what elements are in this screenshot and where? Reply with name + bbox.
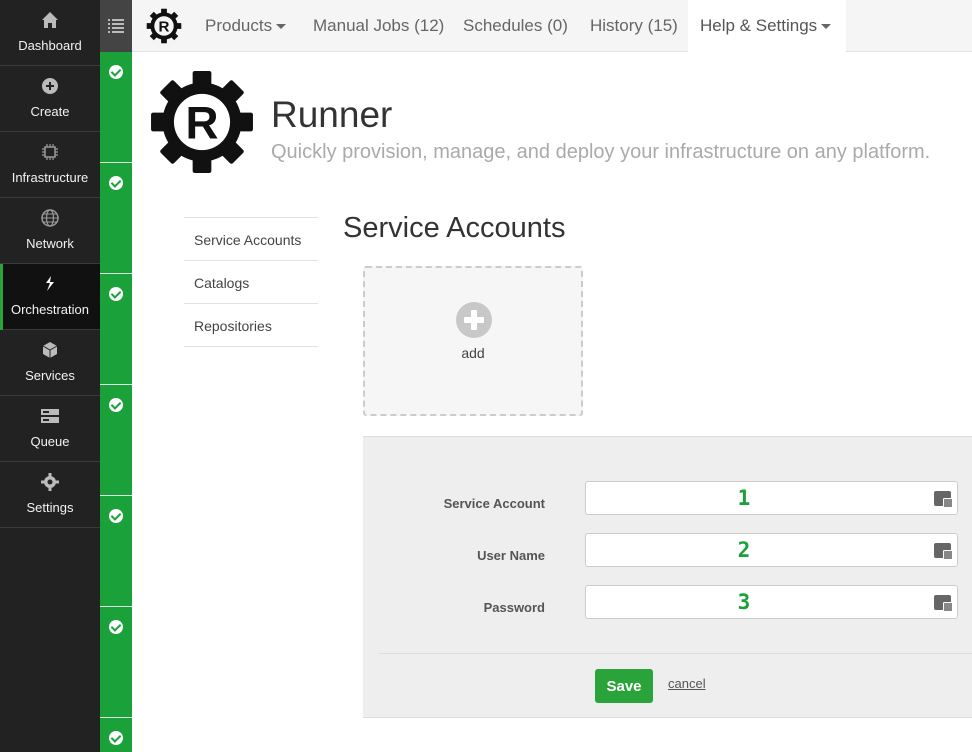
menu-toggle[interactable] [100, 0, 132, 52]
sidebar-item-services[interactable]: Services [0, 330, 100, 396]
subnav-item-service-accounts[interactable]: Service Accounts [184, 218, 318, 261]
orchestration-icon [0, 274, 100, 294]
password-label: Password [483, 600, 545, 615]
sidebar-item-settings[interactable]: Settings [0, 462, 100, 528]
runner-logo[interactable]: R [146, 8, 182, 44]
password-manager-icon[interactable] [934, 543, 953, 560]
sidebar-item-orchestration[interactable]: Orchestration [0, 264, 100, 330]
check-icon [109, 176, 123, 190]
check-icon [109, 287, 123, 301]
main-sidebar: Dashboard Create Infrastructure Network … [0, 0, 100, 752]
gear-icon [0, 472, 100, 492]
sidebar-item-label: Orchestration [10, 302, 90, 317]
check-icon [109, 509, 123, 523]
svg-text:R: R [159, 18, 170, 35]
field-value: 2 [737, 538, 751, 562]
status-strip [100, 0, 132, 752]
sidebar-item-label: Create [30, 104, 70, 119]
save-button[interactable]: Save [595, 669, 653, 703]
nav-products[interactable]: Products [205, 0, 287, 52]
form-divider [379, 653, 972, 654]
sidebar-item-network[interactable]: Network [0, 198, 100, 264]
user-name-field[interactable]: 2 [585, 533, 958, 567]
cube-icon [0, 340, 100, 360]
sidebar-item-queue[interactable]: Queue [0, 396, 100, 462]
plus-circle-icon [0, 76, 100, 96]
sidebar-item-label: Dashboard [18, 38, 82, 53]
service-account-label: Service Account [443, 496, 545, 511]
queue-icon [0, 406, 100, 426]
service-account-form: Service Account 1 User Name 2 Password 3… [363, 436, 972, 718]
nav-help-settings[interactable]: Help & Settings [688, 0, 846, 52]
runner-hero-logo: R [150, 70, 254, 174]
globe-icon [0, 208, 100, 228]
sidebar-item-label: Settings [26, 500, 74, 515]
svg-text:R: R [185, 98, 218, 149]
app-subtitle: Quickly provision, manage, and deploy yo… [271, 141, 931, 163]
caret-down-icon [276, 24, 287, 30]
nav-manual-jobs[interactable]: Manual Jobs (12) [313, 0, 444, 52]
plus-circle-icon [456, 302, 492, 338]
user-name-label: User Name [477, 548, 545, 563]
caret-down-icon [821, 24, 832, 30]
add-service-account-card[interactable]: add [363, 266, 583, 416]
home-icon [0, 10, 100, 30]
app-title: Runner [271, 94, 393, 135]
sidebar-item-label: Infrastructure [11, 170, 89, 185]
sidebar-item-label: Network [26, 236, 74, 251]
add-label: add [461, 345, 485, 361]
password-manager-icon[interactable] [934, 595, 953, 612]
check-icon [109, 65, 123, 79]
sidebar-item-label: Services [25, 368, 75, 383]
check-icon [109, 398, 123, 412]
check-icon [109, 731, 123, 745]
sidebar-item-label: Queue [30, 434, 70, 449]
check-icon [109, 620, 123, 634]
sidebar-item-infrastructure[interactable]: Infrastructure [0, 132, 100, 198]
password-manager-icon[interactable] [934, 491, 953, 508]
field-value: 3 [737, 590, 751, 614]
password-field[interactable]: 3 [585, 585, 958, 619]
sidebar-item-create[interactable]: Create [0, 66, 100, 132]
top-navbar: R Products Manual Jobs (12) Schedules (0… [132, 0, 972, 52]
sidebar-item-dashboard[interactable]: Dashboard [0, 0, 100, 66]
subnav-item-catalogs[interactable]: Catalogs [184, 261, 318, 304]
cancel-link[interactable]: cancel [668, 676, 706, 691]
nav-history[interactable]: History (15) [590, 0, 678, 52]
nav-schedules[interactable]: Schedules (0) [463, 0, 568, 52]
page-title: Service Accounts [343, 212, 566, 244]
settings-subnav: Service Accounts Catalogs Repositories [184, 217, 318, 347]
list-icon [108, 19, 124, 33]
chip-icon [0, 142, 100, 162]
field-value: 1 [737, 486, 751, 510]
service-account-field[interactable]: 1 [585, 481, 958, 515]
subnav-item-repositories[interactable]: Repositories [184, 304, 318, 347]
